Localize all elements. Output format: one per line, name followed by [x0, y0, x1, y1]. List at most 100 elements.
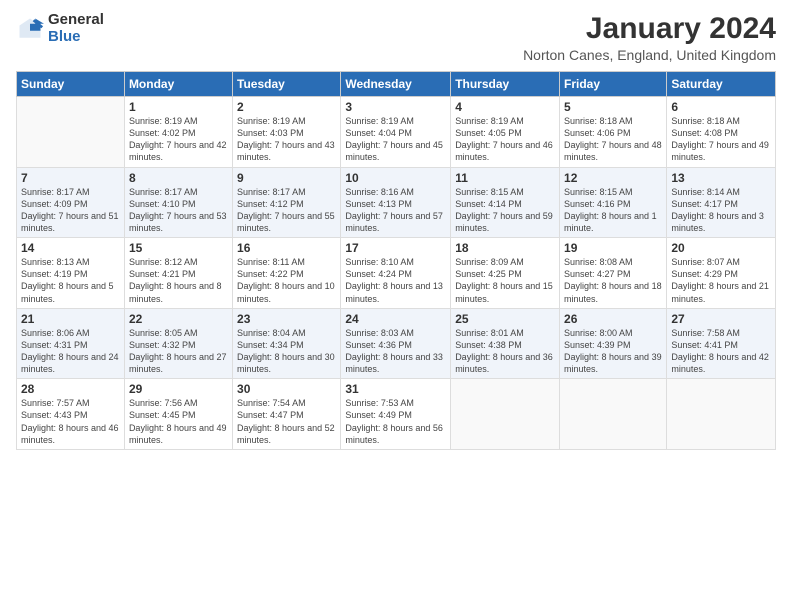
header-friday: Friday	[560, 72, 667, 97]
day-cell: 14Sunrise: 8:13 AMSunset: 4:19 PMDayligh…	[17, 238, 125, 309]
day-info: Sunrise: 8:17 AMSunset: 4:10 PMDaylight:…	[129, 186, 228, 235]
day-info: Sunrise: 7:54 AMSunset: 4:47 PMDaylight:…	[237, 397, 336, 446]
day-info: Sunrise: 8:17 AMSunset: 4:09 PMDaylight:…	[21, 186, 120, 235]
day-number: 2	[237, 100, 336, 114]
day-number: 4	[455, 100, 555, 114]
day-info: Sunrise: 7:57 AMSunset: 4:43 PMDaylight:…	[21, 397, 120, 446]
header: General Blue January 2024 Norton Canes, …	[16, 12, 776, 63]
day-number: 20	[671, 241, 771, 255]
day-cell: 11Sunrise: 8:15 AMSunset: 4:14 PMDayligh…	[451, 167, 560, 238]
day-cell: 3Sunrise: 8:19 AMSunset: 4:04 PMDaylight…	[341, 97, 451, 168]
title-block: January 2024 Norton Canes, England, Unit…	[523, 12, 776, 63]
day-number: 21	[21, 312, 120, 326]
day-cell: 5Sunrise: 8:18 AMSunset: 4:06 PMDaylight…	[560, 97, 667, 168]
day-info: Sunrise: 8:11 AMSunset: 4:22 PMDaylight:…	[237, 256, 336, 305]
day-info: Sunrise: 8:10 AMSunset: 4:24 PMDaylight:…	[345, 256, 446, 305]
day-cell: 23Sunrise: 8:04 AMSunset: 4:34 PMDayligh…	[233, 308, 341, 379]
header-saturday: Saturday	[667, 72, 776, 97]
day-number: 31	[345, 382, 446, 396]
day-cell: 30Sunrise: 7:54 AMSunset: 4:47 PMDayligh…	[233, 379, 341, 450]
day-cell: 13Sunrise: 8:14 AMSunset: 4:17 PMDayligh…	[667, 167, 776, 238]
day-info: Sunrise: 8:13 AMSunset: 4:19 PMDaylight:…	[21, 256, 120, 305]
day-info: Sunrise: 8:19 AMSunset: 4:04 PMDaylight:…	[345, 115, 446, 164]
day-info: Sunrise: 8:17 AMSunset: 4:12 PMDaylight:…	[237, 186, 336, 235]
day-number: 29	[129, 382, 228, 396]
week-row-2: 7Sunrise: 8:17 AMSunset: 4:09 PMDaylight…	[17, 167, 776, 238]
day-number: 14	[21, 241, 120, 255]
day-cell: 28Sunrise: 7:57 AMSunset: 4:43 PMDayligh…	[17, 379, 125, 450]
day-number: 16	[237, 241, 336, 255]
day-cell: 16Sunrise: 8:11 AMSunset: 4:22 PMDayligh…	[233, 238, 341, 309]
calendar-title: January 2024	[523, 12, 776, 45]
day-info: Sunrise: 8:18 AMSunset: 4:08 PMDaylight:…	[671, 115, 771, 164]
day-info: Sunrise: 8:06 AMSunset: 4:31 PMDaylight:…	[21, 327, 120, 376]
day-number: 6	[671, 100, 771, 114]
day-cell: 6Sunrise: 8:18 AMSunset: 4:08 PMDaylight…	[667, 97, 776, 168]
day-number: 28	[21, 382, 120, 396]
day-info: Sunrise: 8:00 AMSunset: 4:39 PMDaylight:…	[564, 327, 662, 376]
header-row: Sunday Monday Tuesday Wednesday Thursday…	[17, 72, 776, 97]
day-info: Sunrise: 8:15 AMSunset: 4:14 PMDaylight:…	[455, 186, 555, 235]
logo-icon	[16, 15, 44, 43]
day-number: 12	[564, 171, 662, 185]
day-cell	[667, 379, 776, 450]
day-info: Sunrise: 8:01 AMSunset: 4:38 PMDaylight:…	[455, 327, 555, 376]
day-cell: 24Sunrise: 8:03 AMSunset: 4:36 PMDayligh…	[341, 308, 451, 379]
day-info: Sunrise: 8:16 AMSunset: 4:13 PMDaylight:…	[345, 186, 446, 235]
day-number: 23	[237, 312, 336, 326]
day-info: Sunrise: 8:09 AMSunset: 4:25 PMDaylight:…	[455, 256, 555, 305]
week-row-5: 28Sunrise: 7:57 AMSunset: 4:43 PMDayligh…	[17, 379, 776, 450]
day-cell: 20Sunrise: 8:07 AMSunset: 4:29 PMDayligh…	[667, 238, 776, 309]
logo-general: General	[48, 12, 104, 29]
day-cell: 12Sunrise: 8:15 AMSunset: 4:16 PMDayligh…	[560, 167, 667, 238]
day-number: 17	[345, 241, 446, 255]
day-number: 25	[455, 312, 555, 326]
day-cell: 26Sunrise: 8:00 AMSunset: 4:39 PMDayligh…	[560, 308, 667, 379]
day-number: 24	[345, 312, 446, 326]
logo-text: General Blue	[48, 12, 104, 45]
day-number: 8	[129, 171, 228, 185]
day-cell: 21Sunrise: 8:06 AMSunset: 4:31 PMDayligh…	[17, 308, 125, 379]
day-info: Sunrise: 8:19 AMSunset: 4:05 PMDaylight:…	[455, 115, 555, 164]
day-cell: 9Sunrise: 8:17 AMSunset: 4:12 PMDaylight…	[233, 167, 341, 238]
day-cell: 29Sunrise: 7:56 AMSunset: 4:45 PMDayligh…	[124, 379, 232, 450]
day-cell: 18Sunrise: 8:09 AMSunset: 4:25 PMDayligh…	[451, 238, 560, 309]
day-number: 9	[237, 171, 336, 185]
header-wednesday: Wednesday	[341, 72, 451, 97]
day-info: Sunrise: 8:19 AMSunset: 4:03 PMDaylight:…	[237, 115, 336, 164]
header-sunday: Sunday	[17, 72, 125, 97]
day-cell: 7Sunrise: 8:17 AMSunset: 4:09 PMDaylight…	[17, 167, 125, 238]
week-row-3: 14Sunrise: 8:13 AMSunset: 4:19 PMDayligh…	[17, 238, 776, 309]
week-row-1: 1Sunrise: 8:19 AMSunset: 4:02 PMDaylight…	[17, 97, 776, 168]
calendar-table: Sunday Monday Tuesday Wednesday Thursday…	[16, 71, 776, 450]
day-info: Sunrise: 8:15 AMSunset: 4:16 PMDaylight:…	[564, 186, 662, 235]
week-row-4: 21Sunrise: 8:06 AMSunset: 4:31 PMDayligh…	[17, 308, 776, 379]
day-number: 26	[564, 312, 662, 326]
day-info: Sunrise: 8:08 AMSunset: 4:27 PMDaylight:…	[564, 256, 662, 305]
day-number: 19	[564, 241, 662, 255]
day-cell: 10Sunrise: 8:16 AMSunset: 4:13 PMDayligh…	[341, 167, 451, 238]
day-number: 27	[671, 312, 771, 326]
day-cell	[17, 97, 125, 168]
day-cell: 19Sunrise: 8:08 AMSunset: 4:27 PMDayligh…	[560, 238, 667, 309]
day-info: Sunrise: 8:12 AMSunset: 4:21 PMDaylight:…	[129, 256, 228, 305]
day-cell: 8Sunrise: 8:17 AMSunset: 4:10 PMDaylight…	[124, 167, 232, 238]
header-tuesday: Tuesday	[233, 72, 341, 97]
day-cell: 2Sunrise: 8:19 AMSunset: 4:03 PMDaylight…	[233, 97, 341, 168]
day-cell	[560, 379, 667, 450]
day-number: 15	[129, 241, 228, 255]
day-number: 11	[455, 171, 555, 185]
day-number: 1	[129, 100, 228, 114]
day-number: 13	[671, 171, 771, 185]
header-monday: Monday	[124, 72, 232, 97]
calendar-subtitle: Norton Canes, England, United Kingdom	[523, 47, 776, 63]
day-info: Sunrise: 7:56 AMSunset: 4:45 PMDaylight:…	[129, 397, 228, 446]
logo: General Blue	[16, 12, 104, 45]
day-info: Sunrise: 7:53 AMSunset: 4:49 PMDaylight:…	[345, 397, 446, 446]
day-cell: 1Sunrise: 8:19 AMSunset: 4:02 PMDaylight…	[124, 97, 232, 168]
day-cell: 31Sunrise: 7:53 AMSunset: 4:49 PMDayligh…	[341, 379, 451, 450]
day-info: Sunrise: 8:14 AMSunset: 4:17 PMDaylight:…	[671, 186, 771, 235]
day-number: 22	[129, 312, 228, 326]
day-info: Sunrise: 8:05 AMSunset: 4:32 PMDaylight:…	[129, 327, 228, 376]
day-cell: 15Sunrise: 8:12 AMSunset: 4:21 PMDayligh…	[124, 238, 232, 309]
